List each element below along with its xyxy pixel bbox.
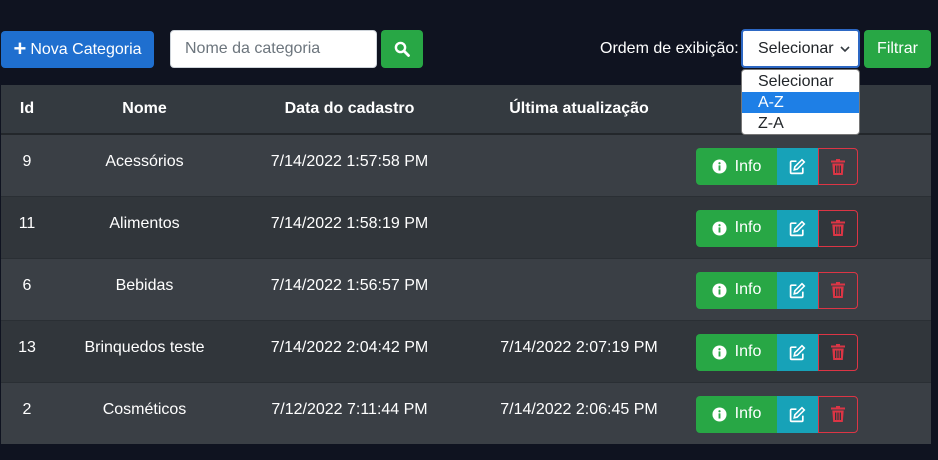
edit-icon xyxy=(789,344,806,360)
cell-id: 11 xyxy=(1,195,53,258)
info-label: Info xyxy=(734,157,762,175)
info-label: Info xyxy=(734,343,762,360)
cell-updated xyxy=(463,195,695,258)
header-id: Id xyxy=(1,85,53,135)
info-icon xyxy=(712,159,727,174)
table-row: 6 Bebidas 7/14/2022 1:56:57 PM Info xyxy=(1,257,931,320)
info-label: Info xyxy=(734,405,762,422)
cell-updated xyxy=(463,257,695,320)
cell-actions: Info xyxy=(695,195,931,258)
trash-icon xyxy=(831,158,845,175)
header-name: Nome xyxy=(53,85,236,135)
plus-icon: + xyxy=(13,35,27,61)
info-button[interactable]: Info xyxy=(696,395,777,433)
category-name-search-input[interactable] xyxy=(170,30,377,68)
filter-button[interactable]: Filtrar xyxy=(864,30,931,68)
order-label: Ordem de exibição: xyxy=(600,40,739,57)
cell-updated xyxy=(463,133,695,196)
info-icon xyxy=(712,220,727,236)
cell-name: Brinquedos teste xyxy=(53,319,236,382)
cell-created: 7/14/2022 1:56:57 PM xyxy=(236,257,463,320)
cell-created: 7/14/2022 1:58:19 PM xyxy=(236,195,463,258)
trash-icon xyxy=(831,406,845,422)
info-icon xyxy=(712,282,727,298)
delete-button[interactable] xyxy=(818,148,858,185)
order-option-selecionar[interactable]: Selecionar xyxy=(742,71,859,92)
categories-table: Id Nome Data do cadastro Última atualiza… xyxy=(1,85,931,444)
filter-label: Filtrar xyxy=(877,40,918,57)
cell-actions: Info xyxy=(695,381,931,444)
table-row: 9 Acessórios 7/14/2022 1:57:58 PM Info xyxy=(1,133,931,196)
cell-id: 13 xyxy=(1,319,53,382)
edit-icon xyxy=(789,158,806,175)
trash-icon xyxy=(831,220,845,236)
search-icon xyxy=(394,41,410,57)
edit-icon xyxy=(789,282,806,298)
edit-button[interactable] xyxy=(777,333,818,371)
edit-icon xyxy=(789,220,806,236)
edit-button[interactable] xyxy=(777,209,818,247)
cell-id: 9 xyxy=(1,133,53,196)
header-created: Data do cadastro xyxy=(236,85,463,135)
cell-created: 7/14/2022 2:04:42 PM xyxy=(236,319,463,382)
row-actions: Info xyxy=(696,148,858,185)
cell-name: Bebidas xyxy=(53,257,236,320)
table-row: 2 Cosméticos 7/12/2022 7:11:44 PM 7/14/2022… xyxy=(1,381,931,444)
new-category-label: Nova Categoria xyxy=(30,40,142,58)
info-button[interactable]: Info xyxy=(696,271,777,309)
row-actions: Info xyxy=(696,395,858,433)
info-button[interactable]: Info xyxy=(696,333,777,371)
info-button[interactable]: Info xyxy=(696,209,777,247)
edit-button[interactable] xyxy=(777,148,818,185)
cell-created: 7/12/2022 7:11:44 PM xyxy=(236,381,463,444)
table-row: 11 Alimentos 7/14/2022 1:58:19 PM Info xyxy=(1,195,931,258)
trash-icon xyxy=(831,344,845,360)
order-option-a-z[interactable]: A-Z xyxy=(742,92,859,113)
edit-button[interactable] xyxy=(777,395,818,433)
trash-icon xyxy=(831,282,845,298)
info-icon xyxy=(712,406,727,422)
header-updated: Última atualização xyxy=(463,85,695,135)
cell-name: Acessórios xyxy=(53,133,236,196)
cell-actions: Info xyxy=(695,319,931,382)
search-button[interactable] xyxy=(381,30,423,68)
cell-name: Cosméticos xyxy=(53,381,236,444)
cell-id: 6 xyxy=(1,257,53,320)
info-icon xyxy=(712,344,727,360)
cell-updated: 7/14/2022 2:06:45 PM xyxy=(463,381,695,444)
cell-created: 7/14/2022 1:57:58 PM xyxy=(236,133,463,196)
order-select-value: Selecionar xyxy=(758,39,834,57)
edit-icon xyxy=(789,406,806,422)
cell-id: 2 xyxy=(1,381,53,444)
delete-button[interactable] xyxy=(818,333,858,371)
cell-name: Alimentos xyxy=(53,195,236,258)
delete-button[interactable] xyxy=(818,209,858,247)
cell-actions: Info xyxy=(695,133,931,196)
info-label: Info xyxy=(734,219,762,236)
chevron-down-icon xyxy=(840,46,850,53)
info-label: Info xyxy=(734,281,762,298)
row-actions: Info xyxy=(696,333,858,371)
order-dropdown-list: Selecionar A-Z Z-A xyxy=(741,69,860,135)
cell-updated: 7/14/2022 2:07:19 PM xyxy=(463,319,695,382)
table-row: 13 Brinquedos teste 7/14/2022 2:04:42 PM 7/… xyxy=(1,319,931,382)
new-category-button[interactable]: + Nova Categoria xyxy=(1,31,154,68)
row-actions: Info xyxy=(696,209,858,247)
delete-button[interactable] xyxy=(818,271,858,309)
order-select[interactable]: Selecionar xyxy=(741,29,860,68)
edit-button[interactable] xyxy=(777,271,818,309)
info-button[interactable]: Info xyxy=(696,148,777,185)
delete-button[interactable] xyxy=(818,395,858,433)
order-option-z-a[interactable]: Z-A xyxy=(742,113,859,134)
cell-actions: Info xyxy=(695,257,931,320)
row-actions: Info xyxy=(696,271,858,309)
